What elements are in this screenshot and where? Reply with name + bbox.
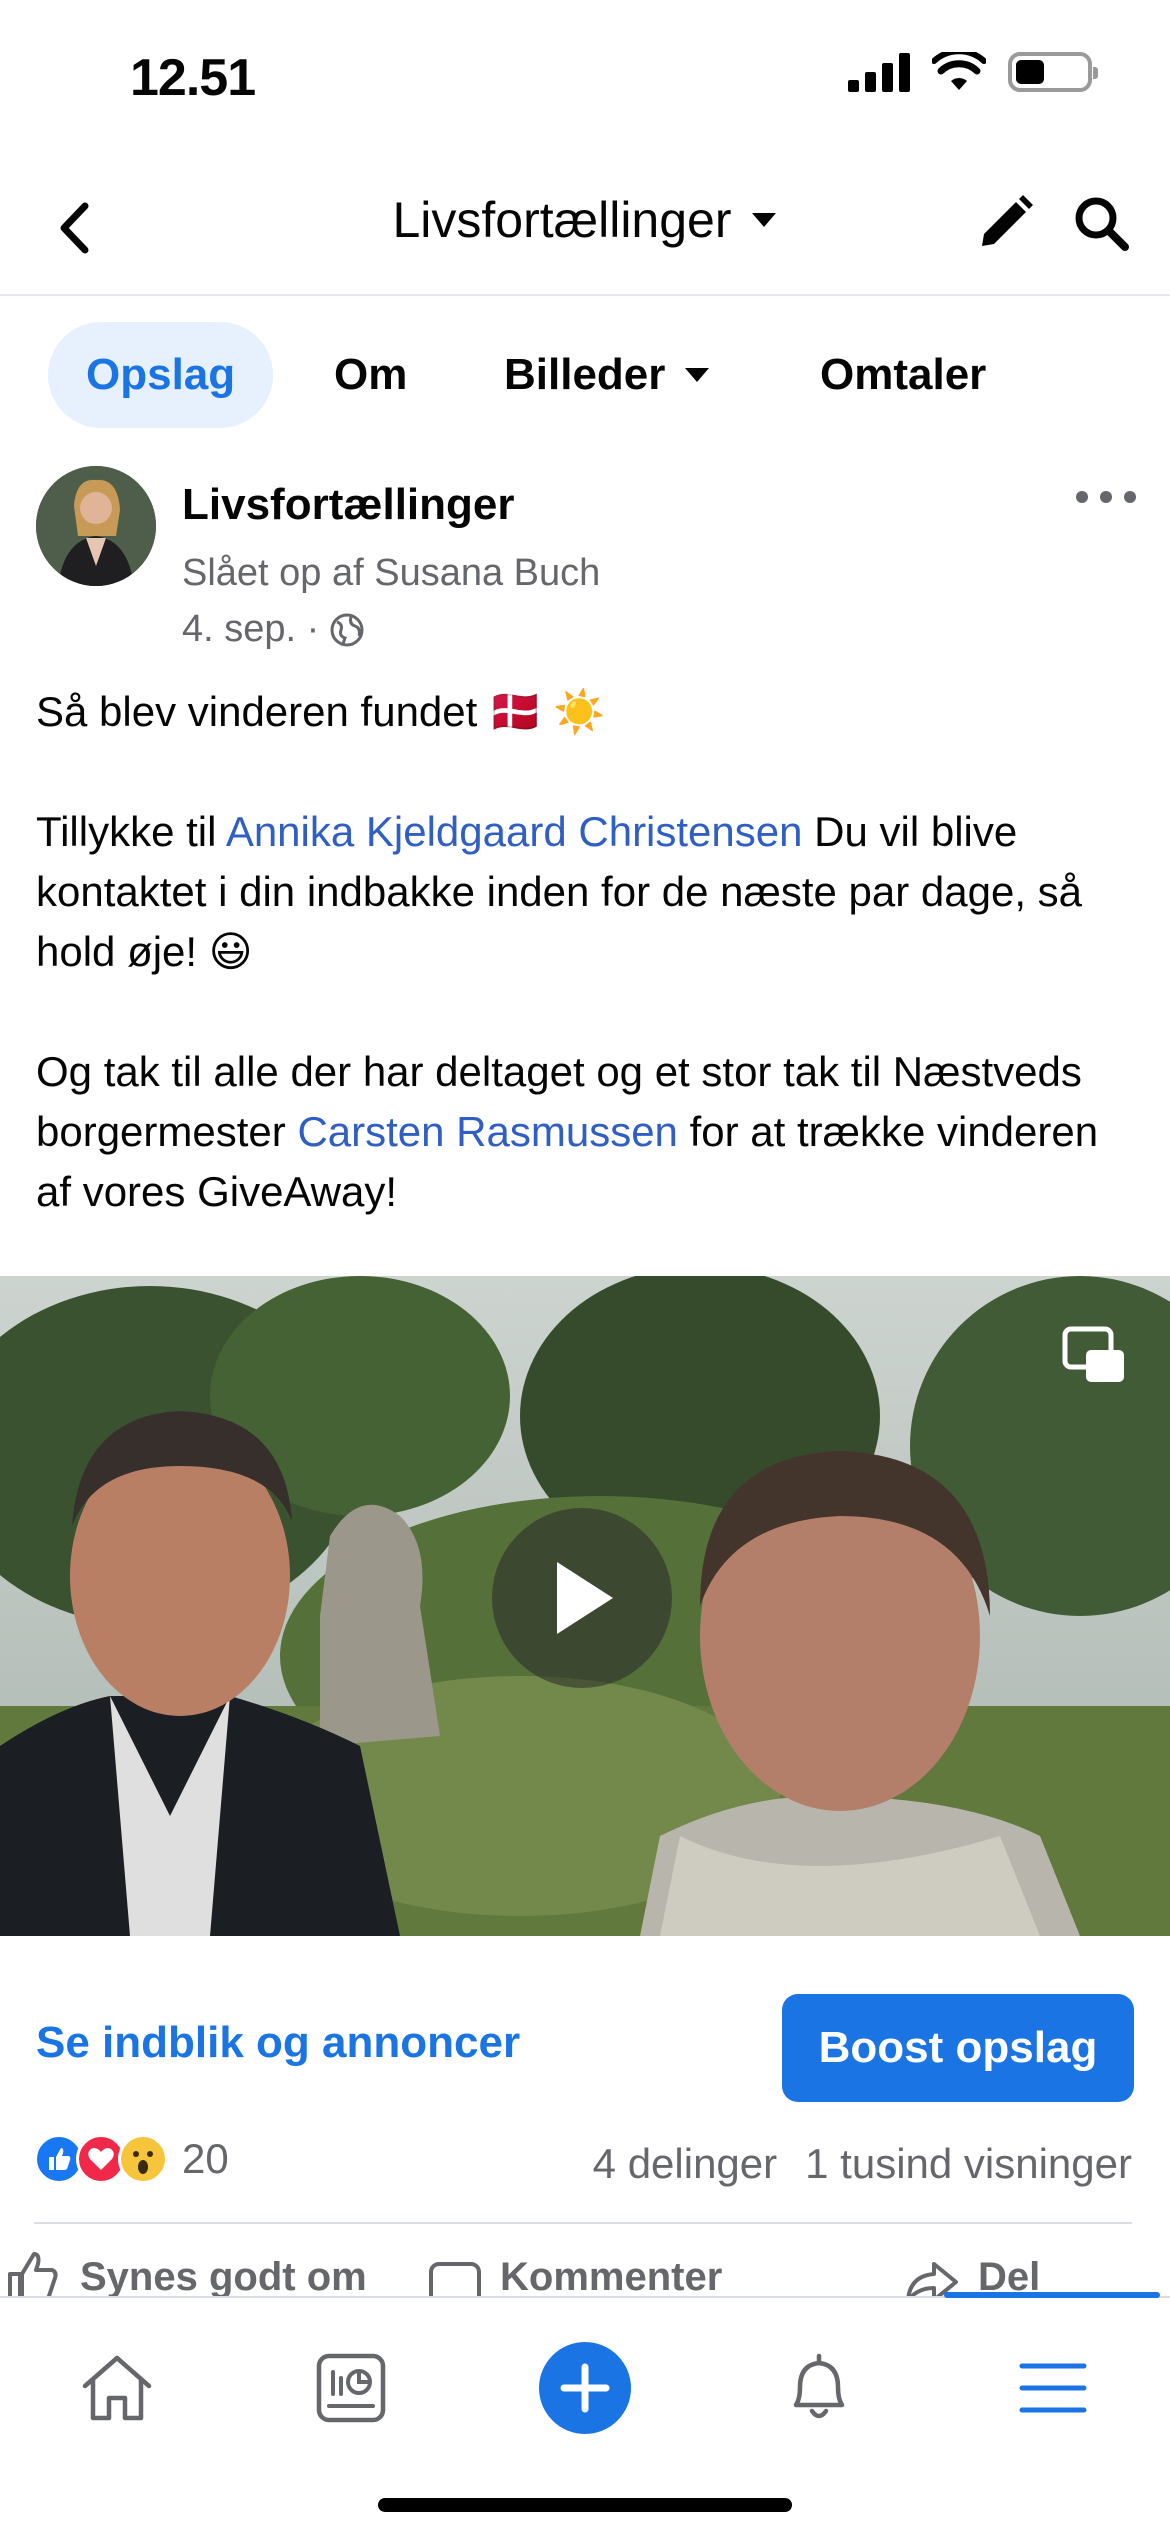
tab-label: Billeder: [504, 350, 666, 399]
play-icon: [557, 1562, 613, 1634]
like-label: Synes godt om: [80, 2254, 367, 2299]
avatar-image: [36, 466, 156, 586]
engagement-counts: 4 delinger 1 tusind visninger: [593, 2140, 1132, 2188]
pencil-icon: [982, 195, 1033, 246]
dot-icon: [1100, 491, 1112, 503]
divider: [34, 2222, 1132, 2224]
search-button[interactable]: [1066, 188, 1136, 258]
post-stats: 20 4 delinger 1 tusind visninger: [0, 2130, 1170, 2210]
search-icon: [1075, 197, 1129, 251]
tab-opslag[interactable]: Opslag: [48, 322, 274, 428]
tab-home[interactable]: [62, 2338, 172, 2438]
insights-link[interactable]: Se indblik og annoncer: [36, 2018, 520, 2068]
status-icons: [848, 52, 1098, 92]
shares-count[interactable]: 4 delinger: [593, 2140, 777, 2188]
post-text-line: Så blev vinderen fundet 🇩🇰 ☀️: [36, 688, 606, 735]
cellular-signal-icon: [848, 53, 910, 92]
reactions-summary[interactable]: 20: [34, 2134, 229, 2184]
tab-notifications[interactable]: [764, 2338, 874, 2438]
globe-icon: [330, 613, 364, 646]
avatar[interactable]: [36, 466, 156, 586]
edit-button[interactable]: [970, 188, 1040, 258]
mention-link[interactable]: Carsten Rasmussen: [297, 1108, 677, 1155]
comment-button[interactable]: Kommenter: [428, 2248, 722, 2300]
post-paragraph: Så blev vinderen fundet 🇩🇰 ☀️: [36, 682, 1136, 742]
thumbs-up-icon: [8, 2252, 58, 2300]
post-paragraph: Tillykke til Annika Kjeldgaard Christens…: [36, 802, 1136, 982]
play-button[interactable]: [492, 1508, 672, 1688]
post-paragraph: Og tak til alle der har deltaget og et s…: [36, 1042, 1136, 1222]
plus-circle-icon: [539, 2342, 631, 2434]
dot-icon: [1076, 491, 1088, 503]
bottom-tab-bar: [0, 2292, 1170, 2532]
tab-label: Opslag: [86, 350, 236, 399]
dashboard-icon: [316, 2353, 386, 2423]
reaction-count: 20: [182, 2135, 229, 2182]
status-time: 12.51: [130, 49, 256, 107]
tab-omtaler[interactable]: Omtaler: [820, 322, 986, 428]
views-count[interactable]: 1 tusind visninger: [805, 2140, 1132, 2188]
like-button[interactable]: Synes godt om: [4, 2248, 367, 2300]
page-tabs: Opslag Om Billeder Omtaler: [0, 318, 1170, 432]
tab-professional-dashboard[interactable]: [296, 2338, 406, 2438]
picture-in-picture-icon[interactable]: [1062, 1326, 1126, 1384]
bell-icon: [793, 2353, 845, 2419]
comment-icon: [429, 2262, 481, 2300]
post-date: 4. sep. ·: [182, 608, 320, 650]
caret-down-icon: [751, 213, 776, 227]
home-icon: [82, 2355, 152, 2421]
tab-label: Omtaler: [820, 350, 987, 399]
tab-create[interactable]: [530, 2338, 640, 2438]
comment-label: Kommenter: [500, 2254, 723, 2299]
mention-link[interactable]: Annika Kjeldgaard Christensen: [226, 808, 803, 855]
active-tab-indicator: [944, 2292, 1160, 2298]
post-header: Livsfortællinger Slået op af Susana Buch…: [0, 466, 1170, 656]
video-player[interactable]: [0, 1276, 1170, 1936]
posted-by: Slået op af Susana Buch: [182, 552, 601, 594]
wifi-icon: [932, 52, 986, 90]
more-options-button[interactable]: [1076, 482, 1136, 512]
post-text-segment: Tillykke til: [36, 808, 226, 855]
hamburger-menu-icon: [1019, 2363, 1087, 2413]
tab-menu[interactable]: [998, 2338, 1108, 2438]
battery-icon: [1008, 52, 1098, 92]
home-indicator: [378, 2498, 792, 2512]
tab-billeder[interactable]: Billeder: [504, 322, 711, 428]
post-body: Så blev vinderen fundet 🇩🇰 ☀️ Tillykke t…: [36, 682, 1136, 1222]
tab-om[interactable]: Om: [334, 322, 407, 428]
post-author[interactable]: Livsfortællinger: [182, 480, 515, 530]
page-title: Livsfortællinger: [392, 192, 732, 248]
nav-bar: Livsfortællinger: [0, 160, 1170, 296]
caret-down-icon: [685, 368, 710, 382]
boost-post-button[interactable]: Boost opslag: [782, 1994, 1134, 2102]
status-bar: 12.51: [0, 0, 1170, 150]
dot-icon: [1124, 491, 1136, 503]
post-meta: 4. sep. ·: [182, 608, 365, 651]
tab-label: Om: [334, 350, 408, 399]
wow-reaction-icon: [118, 2134, 168, 2184]
